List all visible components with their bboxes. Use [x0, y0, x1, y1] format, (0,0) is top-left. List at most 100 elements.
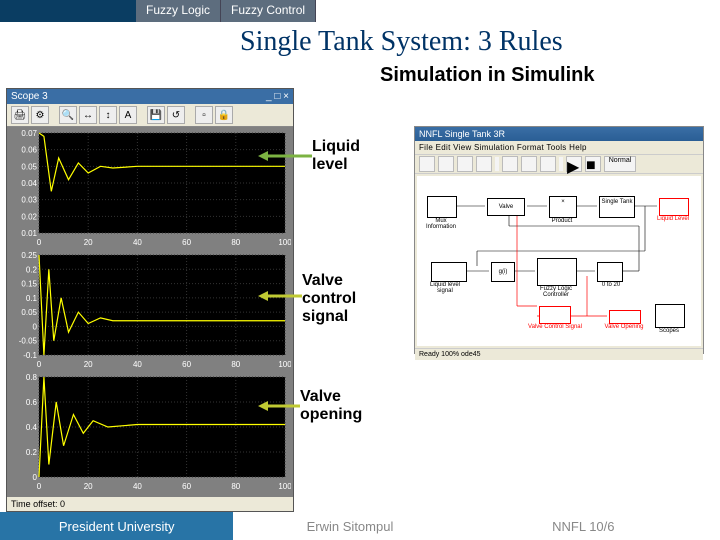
block-vcs[interactable]	[539, 306, 571, 324]
lbl-vcs: Valve Control Signal	[525, 324, 585, 330]
scope-titlebar[interactable]: Scope 3 _ □ ×	[7, 89, 293, 104]
scope-plots: 0.010.020.030.040.050.060.07020406080100…	[7, 127, 293, 497]
stop-icon[interactable]: ■	[585, 156, 601, 172]
svg-text:-0.1: -0.1	[23, 351, 37, 360]
svg-text:0.2: 0.2	[26, 265, 38, 274]
svg-text:0: 0	[33, 322, 38, 331]
lock-icon[interactable]: 🔒	[215, 106, 233, 124]
window-controls[interactable]: _ □ ×	[266, 91, 289, 102]
restore-icon[interactable]: ↺	[167, 106, 185, 124]
block-scopes[interactable]	[655, 304, 685, 328]
copy-icon[interactable]	[521, 156, 537, 172]
svg-text:0.2: 0.2	[26, 448, 38, 457]
tab-pad	[0, 0, 136, 22]
svg-text:0.03: 0.03	[21, 196, 37, 205]
float-icon[interactable]: ▫	[195, 106, 213, 124]
arrow-liquid	[258, 150, 312, 162]
lbl-setpoint: Liquid level signal	[425, 282, 465, 294]
block-tank[interactable]: Single Tank	[599, 196, 635, 218]
paste-icon[interactable]	[540, 156, 556, 172]
svg-text:0: 0	[37, 238, 42, 247]
save-icon[interactable]	[457, 156, 473, 172]
svg-text:0.4: 0.4	[26, 423, 38, 432]
plot-liquid-level: 0.010.020.030.040.050.060.07020406080100	[9, 129, 291, 247]
svg-text:0.8: 0.8	[26, 373, 38, 382]
zoom-x-icon[interactable]: ↔	[79, 106, 97, 124]
svg-text:0: 0	[37, 482, 42, 491]
print-icon[interactable]: 🖨	[11, 106, 29, 124]
plot-valve-opening: 00.20.40.60.8020406080100	[9, 373, 291, 491]
svg-text:100: 100	[278, 482, 291, 491]
zoom-in-icon[interactable]: 🔍	[59, 106, 77, 124]
svg-text:0.05: 0.05	[21, 162, 37, 171]
lbl-vopen: Valve Opening	[601, 324, 647, 330]
svg-text:40: 40	[133, 360, 142, 369]
svg-text:60: 60	[182, 482, 191, 491]
svg-text:100: 100	[278, 238, 291, 247]
svg-text:20: 20	[84, 360, 93, 369]
block-valve[interactable]: Valve	[487, 198, 525, 216]
sep	[559, 157, 563, 171]
svg-text:0.1: 0.1	[26, 294, 38, 303]
block-fuzzy[interactable]	[537, 258, 577, 286]
svg-text:-0.05: -0.05	[19, 337, 38, 346]
block-product[interactable]: ×	[549, 196, 577, 218]
svg-text:40: 40	[133, 238, 142, 247]
open-icon[interactable]	[438, 156, 454, 172]
lbl-scopes: Scopes	[649, 328, 689, 334]
top-tabs: Fuzzy Logic Fuzzy Control	[0, 0, 720, 22]
lbl-liquid: Liquid Level	[653, 216, 693, 222]
block-gain[interactable]: g(i)	[491, 262, 515, 282]
page-subtitle: Simulation in Simulink	[0, 60, 720, 91]
svg-text:100: 100	[278, 360, 291, 369]
save-icon[interactable]: 💾	[147, 106, 165, 124]
annot-valve-control: Valve control signal	[302, 272, 356, 326]
svg-text:0.6: 0.6	[26, 398, 38, 407]
lbl-product: Product	[542, 218, 582, 224]
svg-text:60: 60	[182, 360, 191, 369]
zoom-y-icon[interactable]: ↕	[99, 106, 117, 124]
normal-mode[interactable]: Normal	[604, 156, 636, 172]
simulink-canvas[interactable]: Mux Information Valve × Product Single T…	[417, 176, 701, 346]
block-sat[interactable]	[597, 262, 623, 282]
svg-text:0.04: 0.04	[21, 179, 37, 188]
sep	[187, 107, 193, 123]
footer-right: NNFL 10/6	[467, 512, 720, 540]
svg-text:0.05: 0.05	[21, 308, 37, 317]
svg-text:60: 60	[182, 238, 191, 247]
lbl-fuzzy: Fuzzy Logic Controller	[531, 286, 581, 298]
svg-text:20: 20	[84, 482, 93, 491]
annot-valve-opening: Valve opening	[300, 388, 362, 424]
svg-text:80: 80	[231, 360, 240, 369]
block-liquid-out[interactable]	[659, 198, 689, 216]
autoscale-icon[interactable]: A	[119, 106, 137, 124]
print-icon[interactable]	[476, 156, 492, 172]
plot-valve-control: -0.1-0.0500.050.10.150.20.25020406080100	[9, 251, 291, 369]
footer-mid: Erwin Sitompul	[233, 512, 466, 540]
play-icon[interactable]: ▶	[566, 156, 582, 172]
tab-fuzzy-control[interactable]: Fuzzy Control	[221, 0, 316, 22]
lbl-sat: 0 to 20	[591, 282, 631, 288]
simulink-toolbar: ▶ ■ Normal	[415, 155, 703, 174]
svg-text:0.06: 0.06	[21, 146, 37, 155]
block-vopen[interactable]	[609, 310, 641, 324]
block-setpoint[interactable]	[431, 262, 467, 282]
page-title: Single Tank System: 3 Rules	[0, 22, 720, 60]
simulink-titlebar[interactable]: NNFL Single Tank 3R	[415, 127, 703, 141]
simulink-menubar[interactable]: File Edit View Simulation Format Tools H…	[415, 141, 703, 155]
svg-text:80: 80	[231, 238, 240, 247]
block-mux[interactable]	[427, 196, 457, 218]
simulink-window: NNFL Single Tank 3R File Edit View Simul…	[414, 126, 704, 354]
tab-fuzzy-logic[interactable]: Fuzzy Logic	[136, 0, 221, 22]
new-icon[interactable]	[419, 156, 435, 172]
time-offset-label: Time offset: 0	[7, 497, 293, 511]
params-icon[interactable]: ⚙	[31, 106, 49, 124]
simulink-statusbar: Ready 100% ode45	[415, 348, 703, 360]
arrow-valve-control	[258, 290, 302, 302]
svg-text:20: 20	[84, 238, 93, 247]
svg-text:0.01: 0.01	[21, 229, 37, 238]
cut-icon[interactable]	[502, 156, 518, 172]
svg-text:0.25: 0.25	[21, 251, 37, 260]
scope-window: Scope 3 _ □ × 🖨 ⚙ 🔍 ↔ ↕ A 💾 ↺ ▫ 🔒 0.01 0.…	[6, 88, 294, 512]
sep	[139, 107, 145, 123]
